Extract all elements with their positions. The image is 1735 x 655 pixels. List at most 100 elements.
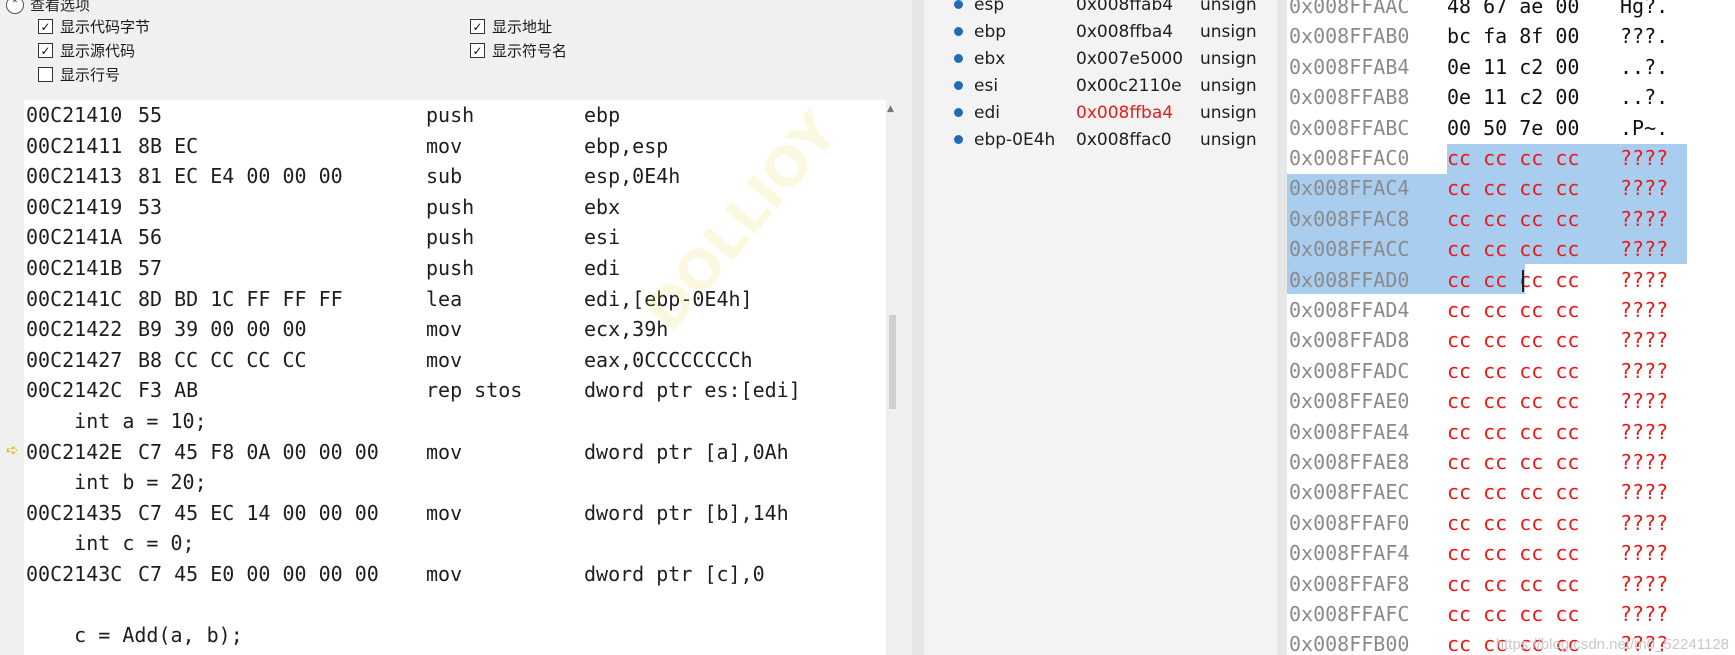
instruction-line[interactable]: 00C2142C F3 AB rep stos dword ptr es:[edi]: [26, 375, 801, 405]
memory-row[interactable]: 0x008FFAB8 0e 11 c2 00..?.: [1287, 82, 1735, 112]
pane-divider[interactable]: [1277, 0, 1287, 655]
memory-bytes[interactable]: cc cc cc cc: [1447, 386, 1579, 416]
memory-bytes[interactable]: cc cc cc cc: [1447, 417, 1579, 447]
instruction-line[interactable]: 00C2142E C7 45 F8 0A 00 00 00 mov dword ptr…: [26, 437, 789, 467]
instruction-line[interactable]: 00C2141A 56 push esi: [26, 222, 620, 252]
source-line[interactable]: int b = 20;: [26, 467, 206, 497]
register-value[interactable]: 0x008ffba4: [1076, 103, 1173, 123]
memory-bytes[interactable]: cc cc cc cc: [1447, 477, 1579, 507]
memory-bytes[interactable]: cc cc cc cc: [1447, 234, 1579, 264]
register-row[interactable]: ebx 0x007e5000 unsign: [924, 47, 1277, 74]
breakpoint-gutter[interactable]: [0, 100, 24, 655]
register-row[interactable]: edi 0x008ffba4 unsign: [924, 101, 1277, 128]
memory-row[interactable]: 0x008FFAE0 cc cc cc cc????: [1287, 386, 1735, 416]
register-value[interactable]: 0x00c2110e: [1076, 76, 1182, 96]
source-line[interactable]: int c = 0;: [26, 528, 194, 558]
register-row[interactable]: ebp 0x008ffba4 unsign: [924, 20, 1277, 47]
register-row[interactable]: ebp-0E4h 0x008ffac0 unsign: [924, 128, 1277, 155]
view-options-header[interactable]: ⌃ 查看选项: [6, 0, 90, 15]
instruction-address: 00C21427: [26, 347, 123, 372]
instruction-address: 00C2141B: [26, 256, 123, 280]
instruction-line[interactable]: 00C2143C C7 45 E0 00 00 00 00 mov dword ptr…: [26, 559, 765, 589]
memory-row[interactable]: 0x008FFACC cc cc cc cc????: [1287, 234, 1735, 264]
instruction-line[interactable]: 00C2141B 57 push edi: [26, 253, 620, 283]
option-show-symbol-names[interactable]: ✓ 显示符号名: [470, 40, 567, 61]
memory-bytes[interactable]: cc cc cc cc: [1447, 356, 1579, 386]
memory-bytes[interactable]: cc cc cc cc: [1447, 143, 1579, 173]
instruction-line[interactable]: 00C21419 53 push ebx: [26, 192, 620, 222]
register-value[interactable]: 0x008ffac0: [1076, 130, 1172, 150]
instruction-operands: dword ptr es:[edi]: [584, 378, 801, 403]
memory-row[interactable]: 0x008FFADC cc cc cc cc????: [1287, 356, 1735, 386]
checkbox-checked-icon[interactable]: ✓: [470, 19, 485, 34]
disassembly-scrollbar[interactable]: ▲: [886, 100, 898, 655]
memory-row[interactable]: 0x008FFAF8 cc cc cc cc????: [1287, 569, 1735, 599]
checkbox-checked-icon[interactable]: ✓: [38, 19, 53, 34]
option-show-line-numbers[interactable]: 显示行号: [38, 64, 120, 85]
memory-bytes[interactable]: cc cc cc cc: [1447, 447, 1579, 477]
register-row[interactable]: esp 0x008ffab4 unsign: [924, 0, 1277, 20]
memory-row[interactable]: 0x008FFAE4 cc cc cc cc????: [1287, 417, 1735, 447]
memory-row[interactable]: 0x008FFAC0 cc cc cc cc????: [1287, 143, 1735, 173]
memory-row[interactable]: 0x008FFAFC cc cc cc cc????: [1287, 599, 1735, 629]
register-value[interactable]: 0x008ffab4: [1076, 0, 1173, 15]
register-value[interactable]: 0x007e5000: [1076, 49, 1183, 69]
scroll-up-icon[interactable]: ▲: [887, 104, 894, 114]
option-show-code-bytes[interactable]: ✓ 显示代码字节: [38, 16, 150, 37]
memory-row[interactable]: 0x008FFAF4 cc cc cc cc????: [1287, 538, 1735, 568]
memory-bytes[interactable]: cc cc cc cc: [1447, 599, 1579, 629]
pane-divider[interactable]: [912, 0, 924, 655]
memory-row[interactable]: 0x008FFAEC cc cc cc cc????: [1287, 477, 1735, 507]
memory-row[interactable]: 0x008FFABC 00 50 7e 00 .P~.: [1287, 113, 1735, 143]
source-line[interactable]: c = Add(a, b);: [26, 620, 243, 650]
memory-window[interactable]: 0x008FFAAC 48 67 ae 00 Hg?. 0x008FFAB0 bc fa…: [1287, 0, 1735, 655]
option-show-address[interactable]: ✓ 显示地址: [470, 16, 552, 37]
memory-bytes[interactable]: cc cc cc cc: [1447, 173, 1579, 203]
memory-address: 0x008FFAB0: [1289, 24, 1410, 49]
instruction-line[interactable]: 00C21413 81 EC E4 00 00 00 sub esp,0E4h: [26, 161, 680, 191]
register-row[interactable]: esi 0x00c2110e unsign: [924, 74, 1277, 101]
memory-row[interactable]: 0x008FFAE8 cc cc cc cc????: [1287, 447, 1735, 477]
memory-bytes[interactable]: 0e 11 c2 00: [1447, 82, 1579, 112]
memory-bytes[interactable]: 48 67 ae 00: [1447, 0, 1579, 21]
instruction-line[interactable]: 00C2141C 8D BD 1C FF FF FF lea edi,[ebp-0E4…: [26, 284, 753, 314]
checkbox-checked-icon[interactable]: ✓: [38, 43, 53, 58]
memory-row[interactable]: 0x008FFAC4 cc cc cc cc????: [1287, 173, 1735, 203]
memory-row[interactable]: 0x008FFAC8 cc cc cc cc????: [1287, 204, 1735, 234]
memory-address: 0x008FFAB8: [1289, 85, 1410, 110]
source-line[interactable]: int a = 10;: [26, 406, 206, 436]
memory-row[interactable]: 0x008FFAD8 cc cc cc cc????: [1287, 325, 1735, 355]
memory-bytes[interactable]: cc cc cc cc: [1447, 204, 1579, 234]
memory-bytes[interactable]: cc cc cc cc: [1447, 538, 1579, 568]
instruction-line[interactable]: 00C21411 8B EC mov ebp,esp: [26, 131, 668, 161]
memory-bytes[interactable]: cc cc cc cc: [1447, 295, 1579, 325]
memory-ascii: ????: [1620, 267, 1669, 292]
memory-bytes[interactable]: cc cc cc cc: [1447, 508, 1579, 538]
memory-row[interactable]: 0x008FFAD4 cc cc cc cc????: [1287, 295, 1735, 325]
checkbox-checked-icon[interactable]: ✓: [470, 43, 485, 58]
memory-bytes[interactable]: 0e 11 c2 00: [1447, 52, 1579, 82]
chevron-up-circle-icon[interactable]: ⌃: [6, 0, 24, 14]
scrollbar-thumb[interactable]: [889, 315, 896, 409]
memory-ascii: ????: [1620, 450, 1669, 474]
memory-bytes[interactable]: cc cc cc cc: [1447, 569, 1579, 599]
instruction-line[interactable]: 00C21435 C7 45 EC 14 00 00 00 mov dword ptr…: [26, 498, 789, 528]
memory-bytes[interactable]: cc cc cc cc: [1447, 265, 1579, 295]
memory-bytes[interactable]: bc fa 8f 00: [1447, 21, 1579, 51]
instruction-address: 00C21422: [26, 317, 123, 342]
instruction-line[interactable]: 00C21427 B8 CC CC CC CC mov eax,0CCCCCCCCh: [26, 345, 753, 375]
memory-row[interactable]: 0x008FFAF0 cc cc cc cc????: [1287, 508, 1735, 538]
memory-ascii: ????: [1620, 389, 1669, 414]
memory-row[interactable]: 0x008FFAB4 0e 11 c2 00..?.: [1287, 52, 1735, 82]
instruction-bytes: 8D BD 1C FF FF FF: [138, 286, 343, 311]
memory-row[interactable]: 0x008FFAB0 bc fa 8f 00???.: [1287, 21, 1735, 51]
instruction-line[interactable]: 00C21422 B9 39 00 00 00 mov ecx,39h: [26, 314, 668, 344]
instruction-line[interactable]: 00C21410 55 push ebp: [26, 100, 620, 130]
memory-row[interactable]: 0x008FFAD0 cc cc cc cc????: [1287, 265, 1735, 295]
option-show-source-code[interactable]: ✓ 显示源代码: [38, 40, 135, 61]
checkbox-unchecked-icon[interactable]: [38, 67, 53, 82]
memory-row[interactable]: 0x008FFAAC 48 67 ae 00 Hg?.: [1287, 0, 1735, 21]
memory-bytes[interactable]: 00 50 7e 00: [1447, 113, 1579, 143]
memory-bytes[interactable]: cc cc cc cc: [1447, 325, 1579, 355]
register-value[interactable]: 0x008ffba4: [1076, 22, 1173, 42]
